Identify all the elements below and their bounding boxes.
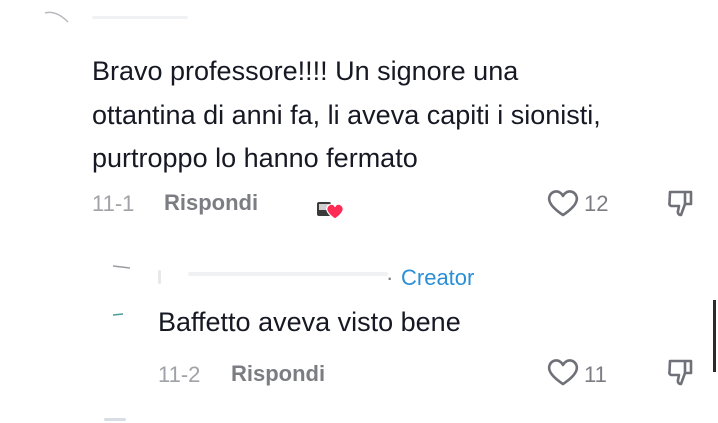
reply-username-fragment [188, 272, 388, 276]
reply-reply-button[interactable]: Rispondi [231, 361, 325, 387]
creator-badge: Creator [401, 265, 475, 290]
like-count: 12 [584, 191, 609, 216]
thumbs-down-icon[interactable] [666, 357, 696, 387]
scrollbar[interactable] [713, 300, 716, 372]
badge-separator: · [386, 265, 394, 290]
heart-outline-icon[interactable] [546, 188, 580, 218]
creator-liked-heart-icon [316, 198, 344, 222]
reply-button[interactable]: Rispondi [164, 190, 258, 216]
next-comment-avatar-fragment [104, 418, 126, 421]
reply-text: Baffetto aveva visto bene [158, 307, 461, 337]
avatar[interactable] [44, 10, 70, 24]
reply-avatar[interactable] [112, 258, 132, 269]
reply-username[interactable] [158, 270, 161, 284]
reply-avatar-mark [112, 304, 124, 316]
comment-text-line: Bravo professore!!!! Un signore una [92, 56, 519, 86]
comment-date: 11-1 [92, 191, 135, 216]
reply-like-count: 11 [584, 362, 607, 387]
username[interactable] [92, 16, 188, 19]
comment-text-line: purtroppo lo hanno fermato [92, 143, 418, 173]
comment-text-line: ottantina di anni fa, li aveva capiti i … [92, 99, 601, 130]
comment-text: Bravo professore!!!! Un signore una otta… [92, 50, 712, 181]
thumbs-down-icon[interactable] [666, 188, 696, 218]
heart-outline-icon[interactable] [546, 357, 580, 387]
reply-date: 11-2 [158, 362, 201, 387]
